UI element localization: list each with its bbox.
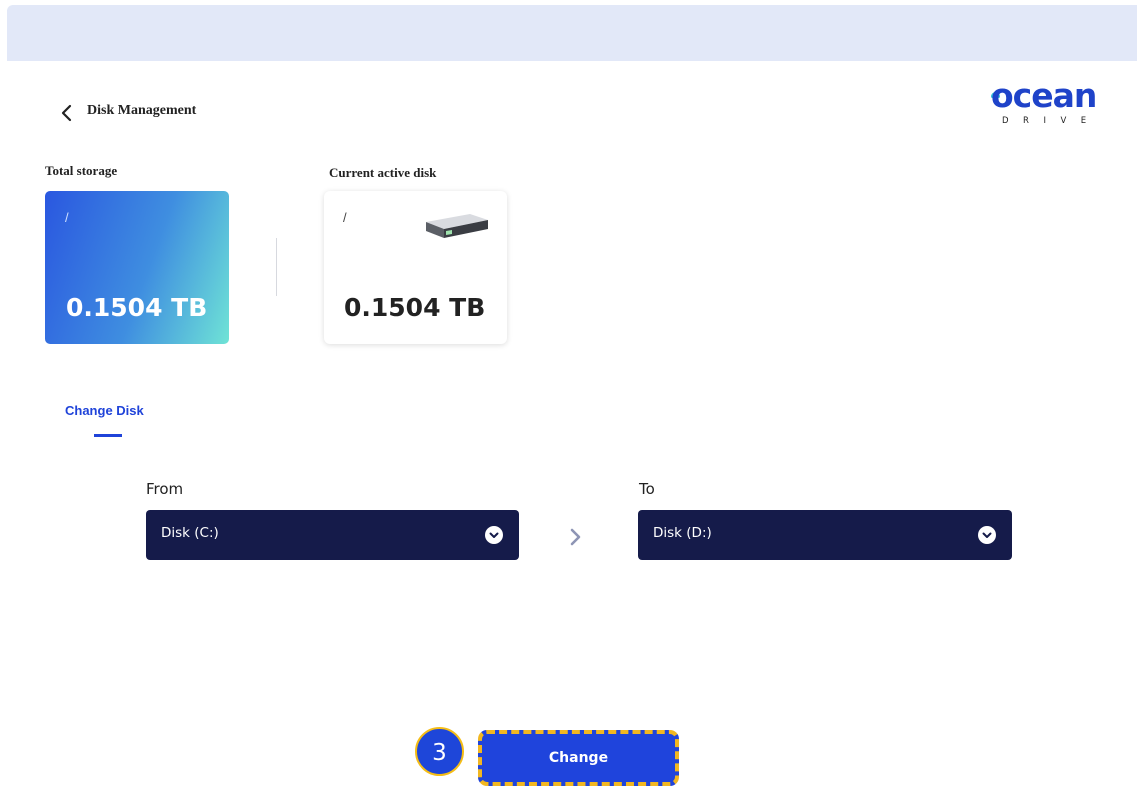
logo-word: ocean	[991, 76, 1097, 115]
chevron-right-icon	[570, 528, 581, 546]
chevron-down-icon	[485, 526, 503, 544]
tab-change-disk[interactable]: Change Disk	[65, 403, 144, 418]
total-storage-value: 0.1504 TB	[66, 293, 208, 322]
active-disk-card: / 0.1504 TB	[324, 191, 507, 344]
hard-drive-icon	[426, 214, 488, 238]
to-disk-select[interactable]: Disk (D:)	[638, 510, 1012, 560]
change-button[interactable]: Change	[478, 730, 679, 786]
from-label: From	[146, 480, 184, 498]
total-storage-card: / 0.1504 TB	[45, 191, 229, 344]
total-storage-path: /	[65, 210, 69, 225]
from-disk-select[interactable]: Disk (C:)	[146, 510, 519, 560]
card-divider	[276, 238, 277, 296]
to-label: To	[639, 480, 655, 498]
page-title: Disk Management	[87, 103, 197, 118]
tab-active-indicator	[94, 434, 122, 437]
total-storage-label: Total storage	[45, 163, 118, 178]
page-content	[7, 61, 1137, 792]
logo-subtitle: DRIVE	[1002, 116, 1101, 126]
chevron-down-icon	[978, 526, 996, 544]
ocean-drive-logo: ocean DRIVE	[985, 76, 1115, 130]
active-disk-label: Current active disk	[329, 165, 437, 180]
from-disk-value: Disk (C:)	[161, 525, 219, 541]
active-disk-path: /	[343, 210, 347, 225]
step-badge: 3	[415, 727, 464, 776]
active-disk-value: 0.1504 TB	[344, 293, 486, 322]
top-bar	[7, 5, 1137, 61]
chevron-left-icon[interactable]	[57, 101, 77, 125]
to-disk-value: Disk (D:)	[653, 525, 712, 541]
